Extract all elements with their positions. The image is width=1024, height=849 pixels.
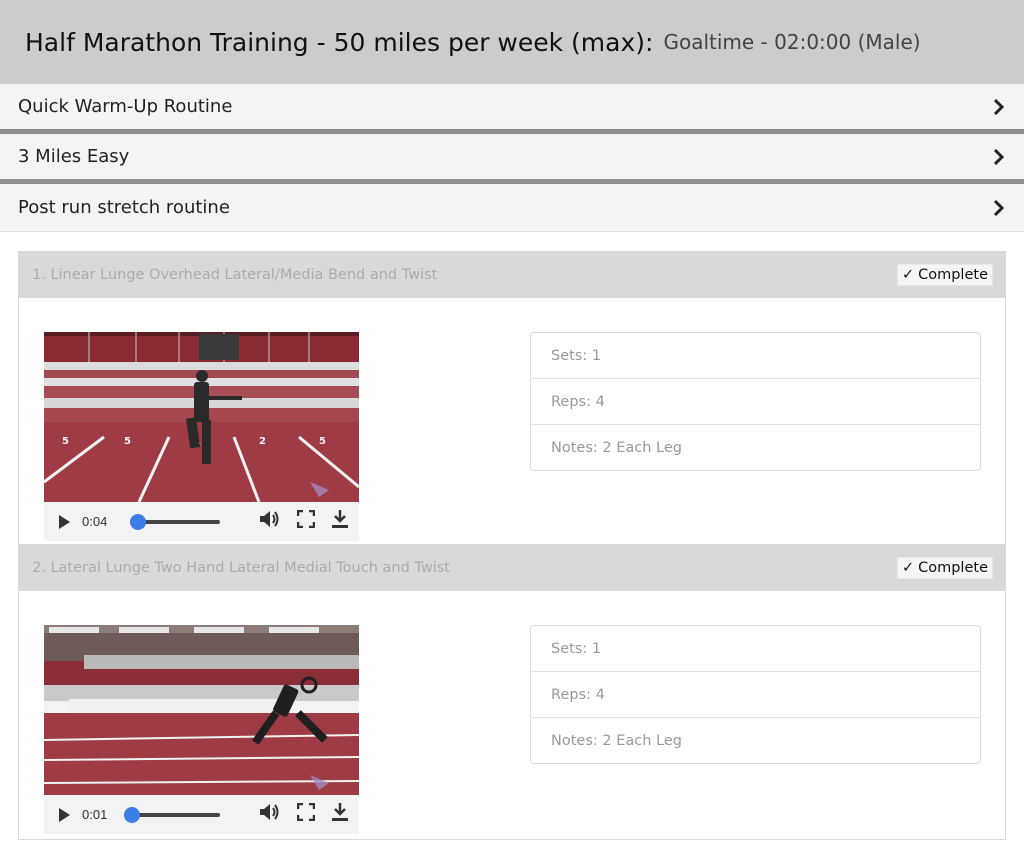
fullscreen-icon[interactable] <box>296 509 316 533</box>
seek-knob[interactable] <box>124 806 140 823</box>
chevron-right-icon <box>992 147 1006 167</box>
video-player[interactable]: 55125 0:04 <box>44 332 359 541</box>
video-player[interactable]: 0:01 <box>44 625 359 834</box>
exercise-stats: Sets: 1 Reps: 4 Notes: 2 Each Leg <box>530 625 981 764</box>
complete-label: Complete <box>918 560 988 576</box>
page-title: Half Marathon Training - 50 miles per we… <box>25 27 654 57</box>
exercise-card: 1. Linear Lunge Overhead Lateral/Media B… <box>18 251 1006 545</box>
exercise-list: 1. Linear Lunge Overhead Lateral/Media B… <box>0 232 1024 840</box>
reps-value: Reps: 4 <box>531 671 980 717</box>
notes-value: Notes: 2 Each Leg <box>531 424 980 470</box>
accordion-warmup[interactable]: Quick Warm-Up Routine <box>0 84 1024 134</box>
svg-text:2: 2 <box>259 436 266 447</box>
goaltime-subtitle: Goaltime - 02:0:00 (Male) <box>663 30 921 54</box>
video-control-icons <box>259 509 349 534</box>
video-frame[interactable] <box>44 625 359 795</box>
video-time: 0:04 <box>82 514 108 529</box>
exercise-header: 1. Linear Lunge Overhead Lateral/Media B… <box>19 252 1005 298</box>
svg-text:5: 5 <box>124 436 131 447</box>
seek-bar[interactable] <box>124 806 220 823</box>
exercise-stats: Sets: 1 Reps: 4 Notes: 2 Each Leg <box>530 332 981 471</box>
seek-bar[interactable] <box>130 513 220 530</box>
play-icon[interactable] <box>56 807 72 823</box>
video-frame[interactable]: 55125 <box>44 332 359 502</box>
check-icon: ✓ <box>901 267 915 283</box>
sets-value: Sets: 1 <box>551 640 602 657</box>
chevron-right-icon <box>992 97 1006 117</box>
video-controls: 0:04 <box>44 502 359 541</box>
video-thumbnail <box>44 625 359 795</box>
accordion-label: Post run stretch routine <box>18 197 230 218</box>
volume-icon[interactable] <box>259 509 281 534</box>
seek-knob[interactable] <box>130 513 146 530</box>
video-controls: 0:01 <box>44 795 359 834</box>
video-control-icons <box>259 802 349 827</box>
accordion-stretch[interactable]: Post run stretch routine <box>0 184 1024 232</box>
sets-value: Sets: 1 <box>551 347 602 364</box>
complete-label: Complete <box>918 267 988 283</box>
exercise-card: 2. Lateral Lunge Two Hand Lateral Medial… <box>18 545 1006 840</box>
complete-button[interactable]: ✓ Complete <box>896 557 993 579</box>
page-header: Half Marathon Training - 50 miles per we… <box>0 0 1024 84</box>
video-time: 0:01 <box>82 807 108 822</box>
svg-text:5: 5 <box>62 436 69 447</box>
download-icon[interactable] <box>331 509 349 534</box>
exercise-header: 2. Lateral Lunge Two Hand Lateral Medial… <box>19 545 1005 591</box>
complete-button[interactable]: ✓ Complete <box>896 264 993 286</box>
download-icon[interactable] <box>331 802 349 827</box>
accordion-label: 3 Miles Easy <box>18 146 130 167</box>
video-thumbnail: 55125 <box>44 332 359 502</box>
volume-icon[interactable] <box>259 802 281 827</box>
accordion-label: Quick Warm-Up Routine <box>18 96 233 117</box>
exercise-title: 2. Lateral Lunge Two Hand Lateral Medial… <box>32 560 450 576</box>
check-icon: ✓ <box>901 560 915 576</box>
fullscreen-icon[interactable] <box>296 802 316 826</box>
svg-text:5: 5 <box>319 436 326 447</box>
reps-value: Reps: 4 <box>531 378 980 424</box>
accordion-easy-run[interactable]: 3 Miles Easy <box>0 134 1024 184</box>
exercise-title: 1. Linear Lunge Overhead Lateral/Media B… <box>32 267 438 283</box>
notes-value: Notes: 2 Each Leg <box>531 717 980 763</box>
play-icon[interactable] <box>56 514 72 530</box>
chevron-right-icon <box>992 198 1006 218</box>
